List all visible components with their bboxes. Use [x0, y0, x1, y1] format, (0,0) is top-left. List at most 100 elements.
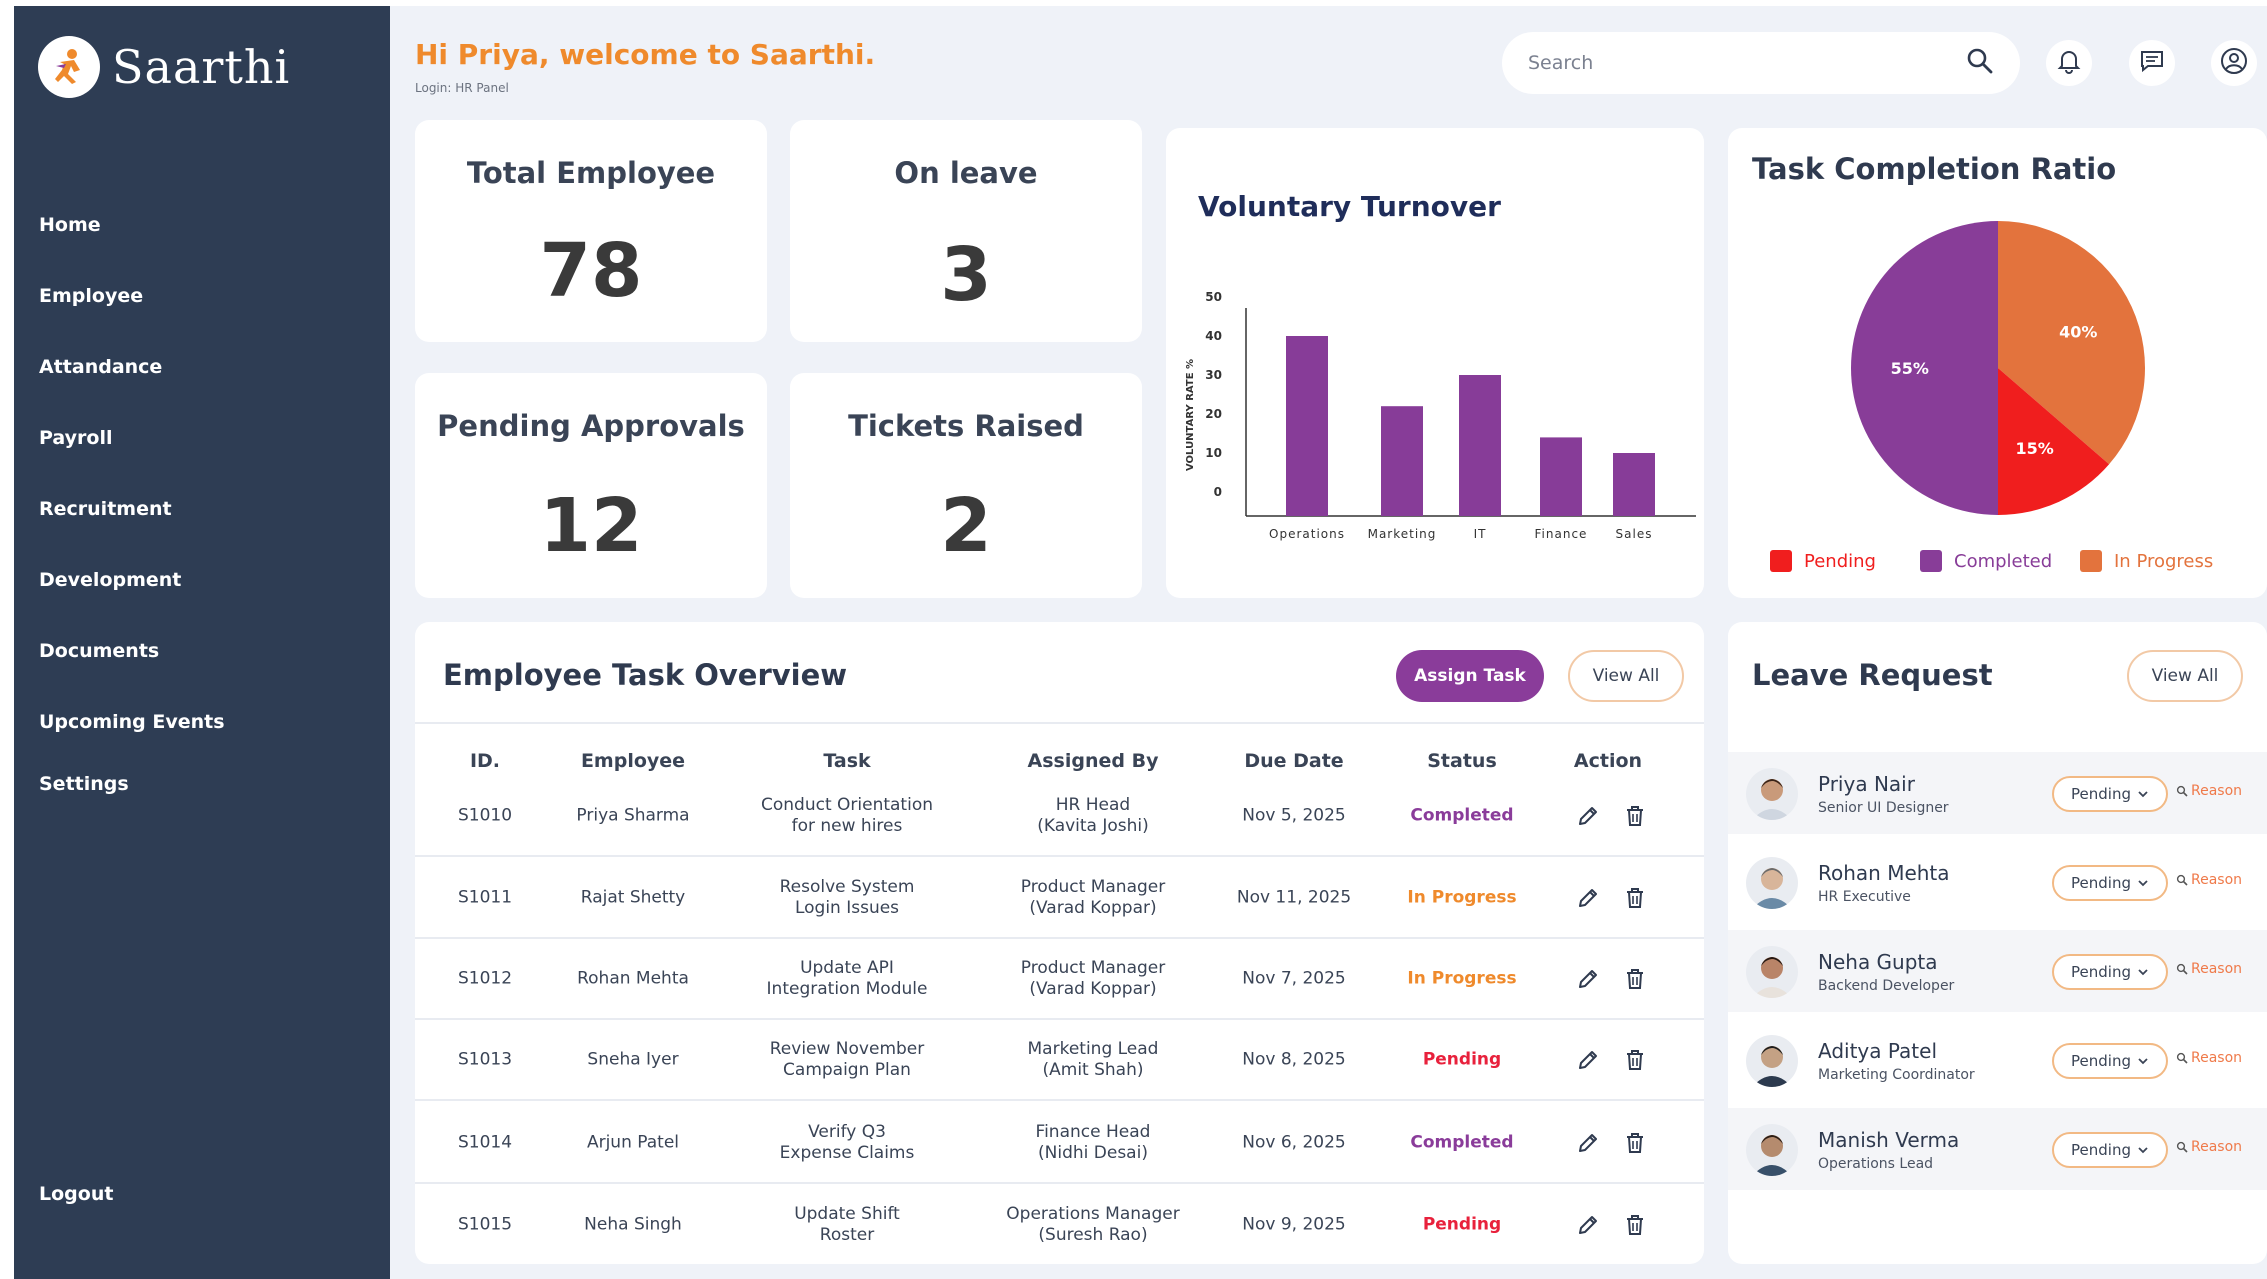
pencil-icon[interactable] [1575, 966, 1601, 992]
reason-link[interactable]: Reason [2176, 1139, 2242, 1155]
x-tick-label: Operations [1269, 527, 1345, 541]
sidebar-item-development[interactable]: Development [39, 569, 181, 591]
profile-button[interactable] [2211, 40, 2257, 86]
status-dropdown[interactable]: Pending [2052, 954, 2168, 990]
bar-marketing [1381, 406, 1423, 516]
stat-value: 78 [539, 228, 643, 314]
sidebar-item-recruitment[interactable]: Recruitment [39, 498, 172, 520]
reason-link[interactable]: Reason [2176, 1050, 2242, 1066]
sidebar-item-settings[interactable]: Settings [39, 773, 129, 795]
column-header: Action [1573, 750, 1643, 772]
reason-link[interactable]: Reason [2176, 872, 2242, 888]
list-item[interactable]: Aditya Patel Marketing Coordinator Pending… [1728, 1019, 2267, 1101]
pencil-icon[interactable] [1575, 1212, 1601, 1238]
employee-name: Neha Gupta [1818, 950, 1938, 974]
employee-role: HR Executive [1818, 889, 1911, 905]
status-dropdown[interactable]: Pending [2052, 776, 2168, 812]
sidebar-item-upcoming-events[interactable]: Upcoming Events [39, 711, 225, 733]
magnifier-icon [2176, 963, 2188, 975]
cell-task: Conduct Orientation for new hires [760, 795, 934, 836]
employee-name: Priya Nair [1818, 772, 1915, 796]
cell-task: Update API Integration Module [766, 958, 928, 999]
sidebar-item-home[interactable]: Home [39, 214, 101, 236]
status-dropdown[interactable]: Pending [2052, 865, 2168, 901]
cell-id: S1012 [457, 968, 513, 989]
pencil-icon[interactable] [1575, 1130, 1601, 1156]
legend-item-pending: Pending [1770, 550, 1876, 572]
stat-card-total-employee[interactable]: Total Employee 78 [415, 120, 767, 342]
sidebar: Saarthi Home Employee Attandance Payroll… [14, 6, 390, 1279]
employee-role: Backend Developer [1818, 978, 1955, 994]
legend-swatch [1770, 550, 1792, 572]
bar-finance [1540, 437, 1582, 516]
task-overview-card: Employee Task Overview Assign Task View … [415, 622, 1704, 1264]
row-divider [415, 1018, 1704, 1020]
cell-employee: Sneha Iyer [587, 1049, 679, 1070]
list-item[interactable]: Priya Nair Senior UI Designer Pending Reaso… [1728, 752, 2267, 834]
brand-logo[interactable]: Saarthi [38, 36, 290, 98]
pencil-icon[interactable] [1575, 803, 1601, 829]
search-input[interactable] [1528, 52, 1966, 74]
notifications-button[interactable] [2046, 40, 2092, 86]
section-title: Employee Task Overview [443, 658, 848, 692]
employee-name: Rohan Mehta [1818, 861, 1950, 885]
list-item[interactable]: Manish Verma Operations Lead Pending Reason [1728, 1108, 2267, 1190]
cell-due-date: Nov 5, 2025 [1242, 805, 1346, 826]
stat-card-pending-approvals[interactable]: Pending Approvals 12 [415, 373, 767, 598]
cell-assigned-by: Marketing Lead (Amit Shah) [1027, 1039, 1159, 1080]
trash-icon[interactable] [1622, 966, 1648, 992]
pie-slice-label: 15% [2015, 439, 2053, 458]
list-item[interactable]: Rohan Mehta HR Executive Pending Reason [1728, 841, 2267, 923]
pie-slice-label: 40% [2059, 322, 2097, 341]
magnifier-icon [2176, 874, 2188, 886]
sidebar-item-attendance[interactable]: Attandance [39, 356, 162, 378]
legend-swatch [2080, 550, 2102, 572]
voluntary-turnover-chart: 0 10 20 30 40 50 VOLUNTARY RATE % Operations Mar… [1185, 290, 1696, 541]
y-tick-label: 40 [1205, 329, 1222, 343]
legend-label: Completed [1954, 550, 2053, 572]
view-all-tasks-button[interactable]: View All [1568, 650, 1684, 702]
cell-assigned-by: Product Manager (Varad Koppar) [1020, 877, 1166, 918]
x-tick-label: Sales [1616, 527, 1653, 541]
cell-assigned-by: Finance Head (Nidhi Desai) [1035, 1122, 1151, 1163]
trash-icon[interactable] [1622, 803, 1648, 829]
status-badge: Completed [1410, 805, 1514, 826]
stat-label: Total Employee [466, 156, 716, 190]
logo-mark-icon [38, 36, 100, 98]
trash-icon[interactable] [1622, 1212, 1648, 1238]
avatar [1746, 768, 1798, 820]
login-panel-label: Login: HR Panel [415, 81, 509, 95]
stat-label: Pending Approvals [437, 409, 745, 443]
stat-card-on-leave[interactable]: On leave 3 [790, 120, 1142, 342]
chevron-down-icon [2137, 877, 2149, 889]
search-icon[interactable] [1966, 47, 1994, 79]
sidebar-item-documents[interactable]: Documents [39, 640, 159, 662]
assign-task-button[interactable]: Assign Task [1396, 650, 1544, 702]
trash-icon[interactable] [1622, 1047, 1648, 1073]
logout-button[interactable]: Logout [39, 1183, 113, 1205]
cell-employee: Priya Sharma [576, 805, 690, 826]
search-bar[interactable] [1502, 32, 2020, 94]
stat-card-tickets-raised[interactable]: Tickets Raised 2 [790, 373, 1142, 598]
main-content: Hi Priya, welcome to Saarthi. Login: HR … [390, 6, 2267, 1279]
cell-id: S1013 [457, 1049, 513, 1070]
status-label: Pending [2071, 963, 2131, 981]
trash-icon[interactable] [1622, 885, 1648, 911]
reason-link[interactable]: Reason [2176, 783, 2242, 799]
pencil-icon[interactable] [1575, 885, 1601, 911]
cell-id: S1015 [457, 1214, 513, 1235]
trash-icon[interactable] [1622, 1130, 1648, 1156]
view-all-leaves-button[interactable]: View All [2127, 650, 2243, 702]
sidebar-item-employee[interactable]: Employee [39, 285, 143, 307]
pencil-icon[interactable] [1575, 1047, 1601, 1073]
messages-button[interactable] [2129, 40, 2175, 86]
cell-employee: Neha Singh [584, 1214, 682, 1235]
status-dropdown[interactable]: Pending [2052, 1132, 2168, 1168]
list-item[interactable]: Neha Gupta Backend Developer Pending Reason [1728, 930, 2267, 1012]
status-dropdown[interactable]: Pending [2052, 1043, 2168, 1079]
row-divider [415, 1099, 1704, 1101]
sidebar-item-payroll[interactable]: Payroll [39, 427, 113, 449]
magnifier-icon [2176, 785, 2188, 797]
legend-label: Pending [1804, 550, 1876, 572]
reason-link[interactable]: Reason [2176, 961, 2242, 977]
